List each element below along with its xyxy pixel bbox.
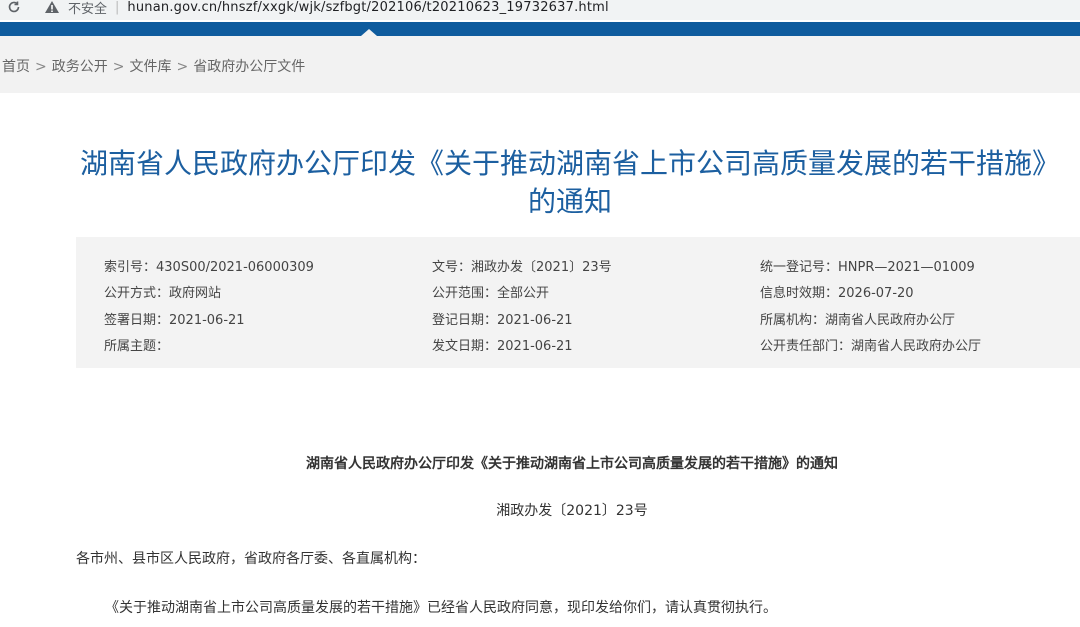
document-number: 湘政办发〔2021〕23号 (496, 503, 648, 519)
warning-icon[interactable] (44, 0, 60, 14)
breadcrumb-separator: > (112, 59, 125, 75)
info-org: 所属机构：湖南省人民政府办公厅 (760, 313, 956, 328)
breadcrumb-separator: > (176, 59, 189, 75)
document-heading: 湖南省人民政府办公厅印发《关于推动湖南省上市公司高质量发展的若干措施》的通知 (306, 456, 838, 472)
breadcrumb-separator: > (35, 59, 47, 75)
info-record-date: 登记日期：2021-06-21 (432, 313, 573, 328)
breadcrumb-home[interactable]: 首页 (2, 59, 30, 75)
info-doc-no: 文号：湘政办发〔2021〕23号 (432, 260, 612, 275)
nav-indicator (361, 29, 377, 36)
info-dept: 公开责任部门：湖南省人民政府办公厅 (760, 339, 982, 354)
info-reg-no: 统一登记号：HNPR—2021—01009 (760, 260, 975, 275)
page-title-line1: 湖南省人民政府办公厅印发《关于推动湖南省上市公司高质量发展的若干措施》 (79, 147, 1060, 180)
document-paragraph: 《关于推动湖南省上市公司高质量发展的若干措施》已经省人民政府同意，现印发给你们，… (105, 600, 777, 616)
breadcrumb-bar: 首页 > 政务公开 > 文件库 > 省政府办公厅文件 (0, 36, 1080, 93)
breadcrumb-office-files[interactable]: 省政府办公厅文件 (193, 59, 305, 75)
reload-icon[interactable] (4, 0, 24, 17)
breadcrumb-file-library[interactable]: 文件库 (129, 59, 171, 75)
info-open-method: 公开方式：政府网站 (104, 286, 222, 301)
info-sign-date: 签署日期：2021-06-21 (104, 313, 245, 328)
address-separator: | (115, 0, 120, 15)
breadcrumb: 首页 > 政务公开 > 文件库 > 省政府办公厅文件 (2, 56, 305, 76)
breadcrumb-gov-affairs[interactable]: 政务公开 (52, 59, 108, 75)
info-topic: 所属主题： (104, 339, 170, 354)
page-title: 湖南省人民政府办公厅印发《关于推动湖南省上市公司高质量发展的若干措施》 的通知 (60, 145, 1080, 221)
security-label[interactable]: 不安全 (68, 0, 107, 17)
info-open-scope: 公开范围：全部公开 (432, 286, 550, 301)
header-band (0, 22, 1080, 36)
info-issue-date: 发文日期：2021-06-21 (432, 339, 573, 354)
info-index-no: 索引号：430S00/2021-06000309 (104, 260, 314, 275)
browser-address-bar: 不安全 | hunan.gov.cn/hnszf/xxgk/wjk/szfbgt… (0, 0, 1080, 20)
page-title-line2: 的通知 (527, 185, 612, 218)
document-salutation: 各市州、县市区人民政府，省政府各厅委、各直属机构： (76, 551, 426, 567)
url-field[interactable]: hunan.gov.cn/hnszf/xxgk/wjk/szfbgt/20210… (127, 0, 608, 15)
info-validity: 信息时效期：2026-07-20 (760, 286, 914, 301)
document-info-box: 索引号：430S00/2021-06000309 文号：湘政办发〔2021〕23… (76, 237, 1080, 368)
